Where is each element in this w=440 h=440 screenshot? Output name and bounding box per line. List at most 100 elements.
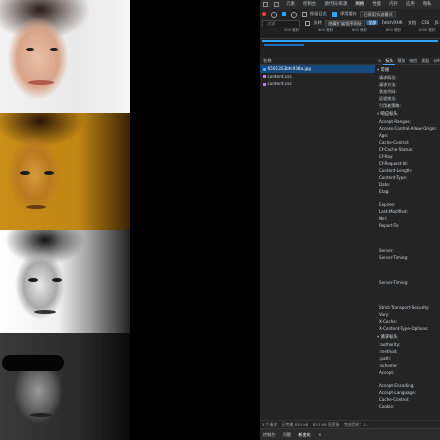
filter-placeholder: 过滤	[267, 20, 276, 26]
stylesheet-file-icon	[263, 82, 266, 86]
detail-tab-bar: × 标头 预览 响应 发起 计时	[375, 57, 440, 65]
request-row[interactable]: 6501353bfc938a.jpg	[260, 65, 375, 73]
header-key: 远程地址:	[379, 96, 397, 101]
header-key: Cookie:	[379, 404, 395, 409]
request-list: 名称 6501353bfc938a.jpg content.css conten…	[260, 57, 376, 420]
timeline-tick: 800 毫秒	[386, 28, 402, 32]
header-key: Access-Control-Allow-Origin:	[379, 126, 437, 131]
preserve-log-label: 保留日志	[309, 11, 327, 16]
close-details-icon[interactable]: ×	[375, 57, 383, 64]
header-key: Server:	[379, 248, 394, 253]
header-key: Content-Length:	[379, 168, 413, 173]
disable-cache-label: 停用缓存	[340, 11, 357, 16]
drawer-tab-issues[interactable]: 问题	[280, 429, 294, 440]
header-key: Nel:	[379, 216, 388, 221]
timeline-tick: 200 毫秒	[284, 28, 300, 32]
request-headers-section-title[interactable]: 请求标头	[375, 332, 440, 341]
timeline-bar	[262, 40, 438, 42]
tab-headers[interactable]: 标头	[383, 57, 396, 65]
header-key: :scheme:	[379, 363, 398, 368]
type-filter-all[interactable]: 全部	[366, 19, 379, 26]
header-key: Vary:	[379, 312, 390, 317]
timeline-tick: 400 毫秒	[318, 28, 334, 32]
header-key: Accept-Language:	[379, 390, 417, 395]
header-key: Etag:	[379, 189, 390, 194]
headers-panel: ×标头预览响应发起计时 常规请求网址: 请求方法: 状态代码: 远程地址: 引用者策略:…	[375, 57, 440, 420]
header-key: :method:	[379, 349, 398, 354]
type-filter-doc[interactable]: 文档	[406, 20, 418, 26]
header-key: Accept:	[379, 370, 395, 375]
tab-performance[interactable]: 性能	[369, 0, 384, 9]
header-key: Cf-Cache-Status:	[379, 147, 414, 152]
portrait-photo-2	[0, 113, 130, 230]
header-key: Date:	[379, 182, 391, 187]
tab-application[interactable]: 应用	[403, 0, 418, 9]
header-key: Cache-Control:	[379, 140, 410, 145]
disable-cache-checkbox[interactable]	[332, 12, 338, 17]
network-timeline-overview[interactable]: 200 毫秒 400 毫秒 600 毫秒 800 毫秒 1000 毫秒	[260, 27, 440, 58]
invert-label: 反转	[313, 20, 322, 25]
image-file-icon	[263, 67, 266, 71]
column-header-name[interactable]: 名称	[260, 57, 375, 65]
response-headers-section-title[interactable]: 响应标头	[375, 109, 440, 118]
drawer-tab-whats-new[interactable]: 新变化	[295, 429, 313, 440]
header-key: :authority:	[379, 342, 401, 347]
header-key: Cf-Ray:	[379, 154, 394, 159]
drawer-tab-console[interactable]: 控制台	[260, 429, 278, 440]
timeline-bar	[264, 44, 304, 46]
invert-checkbox[interactable]	[305, 21, 311, 26]
header-key: Accept-Encoding:	[379, 383, 415, 388]
preserve-log-checkbox[interactable]	[301, 12, 307, 17]
header-key: Age:	[379, 133, 389, 138]
record-icon[interactable]	[262, 11, 266, 16]
stylesheet-file-icon	[263, 75, 266, 78]
tab-initiator[interactable]: 发起	[419, 57, 431, 64]
drawer-tab-bar: 控制台 问题 新变化 ×	[260, 428, 440, 440]
type-filter-css[interactable]: CSS	[419, 20, 431, 26]
header-key: Expires:	[379, 202, 396, 207]
type-filter-js[interactable]: JS	[433, 20, 440, 26]
header-key: 请求方法:	[379, 82, 397, 87]
page-content	[0, 0, 260, 440]
inspect-element-icon[interactable]	[263, 2, 268, 7]
tab-console[interactable]: 控制台	[300, 0, 320, 9]
header-key: Report-To:	[379, 223, 400, 228]
header-key: 引用者策略:	[379, 103, 401, 108]
filter-icon[interactable]	[281, 11, 286, 16]
portrait-photo-3	[0, 230, 130, 333]
header-key: X-Content-Type-Options:	[379, 326, 429, 331]
timeline-tick: 600 毫秒	[352, 28, 368, 32]
header-key: Cf-Request-Id:	[379, 161, 408, 166]
header-key: Last-Modified:	[379, 209, 408, 214]
header-key: X-Cache:	[379, 319, 398, 324]
clear-icon[interactable]	[270, 11, 277, 18]
tab-timing[interactable]: 计时	[431, 57, 440, 64]
header-key: Content-Type:	[379, 175, 408, 180]
request-row[interactable]: content.css	[260, 73, 375, 81]
general-section-title[interactable]: 常规	[375, 65, 440, 74]
tab-memory[interactable]: 内存	[386, 0, 401, 9]
devtools-panel: 元素 控制台 源代码/来源 网络 性能 内存 应用 隐私 保留日志 停用缓存 已…	[260, 0, 440, 440]
portrait-photo-1	[0, 0, 130, 113]
tab-sources[interactable]: 源代码/来源	[321, 0, 351, 9]
request-row[interactable]: content.css	[260, 80, 375, 88]
close-drawer-icon[interactable]: ×	[315, 429, 324, 440]
header-key: 请求网址:	[379, 75, 397, 80]
timeline-tick: 1000 毫秒	[418, 28, 436, 32]
type-filter-fetch-xhr[interactable]: Fetch/XHR	[380, 20, 405, 26]
header-key: Server-Timing:	[379, 280, 409, 285]
header-key: Server-Timing:	[379, 255, 409, 260]
device-toolbar-icon[interactable]	[274, 2, 280, 7]
request-name: content.css	[267, 81, 292, 86]
header-key: Accept-Ranges:	[379, 119, 411, 124]
tab-elements[interactable]: 元素	[283, 0, 298, 9]
search-icon[interactable]	[290, 11, 297, 18]
tab-privacy[interactable]: 隐私	[419, 0, 434, 9]
tab-preview[interactable]: 预览	[395, 57, 407, 64]
header-key: :path:	[379, 356, 392, 361]
tab-response[interactable]: 响应	[407, 57, 419, 64]
header-key: 状态代码:	[379, 89, 397, 94]
request-name: content.css	[267, 73, 292, 79]
header-key: Strict-Transport-Security:	[379, 305, 430, 310]
request-name: 6501353bfc938a.jpg	[267, 66, 311, 71]
